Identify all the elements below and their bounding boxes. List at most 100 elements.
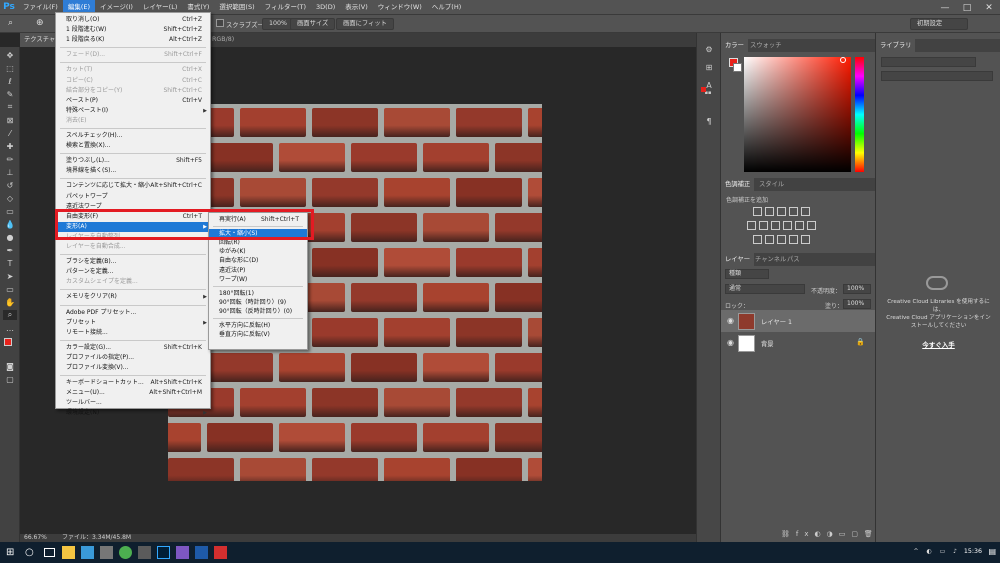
type-tool-icon[interactable]: T [3, 258, 17, 268]
foreground-color-swatch[interactable] [4, 338, 12, 346]
menu-item[interactable]: カラー設定(G)... Shift+Ctrl+K [56, 343, 210, 353]
fit-screen-button[interactable]: 画面サイズ [290, 18, 336, 30]
healing-brush-tool-icon[interactable]: ✚ [3, 141, 17, 151]
photoshop-taskbar-icon[interactable] [157, 546, 170, 559]
blend-mode-select[interactable]: 通常 [725, 284, 805, 294]
fill-value[interactable]: 100% [843, 299, 871, 309]
visual-studio-icon[interactable] [176, 546, 189, 559]
eyedropper-tool-icon[interactable]: ⁄ [3, 128, 17, 138]
menu-filter[interactable]: フィルター(T) [260, 0, 311, 15]
properties-icon[interactable]: ⊞ [703, 61, 715, 73]
menu-item[interactable]: Adobe PDF プリセット... [56, 308, 210, 318]
menu-item[interactable]: コンテンツに応じて拡大・縮小 Alt+Shift+Ctrl+C [56, 181, 210, 191]
layer-actions-bar[interactable]: ⛓fx◐◑▭▢🗑 [781, 530, 879, 538]
menu-item[interactable]: パペットワープ [56, 192, 210, 202]
menu-item[interactable]: 取り消し(O) Ctrl+Z [56, 15, 210, 25]
chrome-icon[interactable] [119, 546, 132, 559]
tab-swatches[interactable]: スウォッチ [746, 39, 785, 52]
adjust-icons-row-1[interactable] [753, 207, 810, 216]
windows-start-icon[interactable]: ⊞ [6, 546, 19, 559]
menu-item[interactable]: スペルチェック(H)... [56, 131, 210, 141]
library-search[interactable] [881, 71, 993, 81]
hue-slider[interactable] [855, 57, 864, 172]
history-brush-tool-icon[interactable]: ↺ [3, 180, 17, 190]
menu-item[interactable]: 垂直方向に反転(V) [209, 330, 307, 340]
menu-item[interactable]: キーボードショートカット... Alt+Shift+Ctrl+K [56, 378, 210, 388]
crop-tool-icon[interactable]: ⌗ [3, 102, 17, 112]
paragraph-icon[interactable]: ¶ [703, 115, 715, 127]
tab-libraries[interactable]: ライブラリ [876, 39, 916, 52]
clone-stamp-tool-icon[interactable]: ⊥ [3, 167, 17, 177]
visibility-eye-icon[interactable]: ◉ [727, 338, 736, 347]
menu-item[interactable]: カット(T) Ctrl+X [56, 65, 210, 75]
workspace-select[interactable]: 初期設定 [910, 18, 968, 30]
visibility-eye-icon[interactable]: ◉ [727, 316, 736, 325]
menu-item[interactable]: コピー(C) Ctrl+C [56, 76, 210, 86]
menu-item[interactable]: 特殊ペースト(I) ▶ [56, 106, 210, 116]
history-icon[interactable]: ⚙ [703, 43, 715, 55]
menu-item[interactable]: レイヤーを自動合成... [56, 242, 210, 252]
menu-item[interactable]: プリセット ▶ [56, 318, 210, 328]
frame-tool-icon[interactable]: ⊠ [3, 115, 17, 125]
menu-item[interactable]: メモリをクリア(R) ▶ [56, 292, 210, 302]
taskbar-clock[interactable]: 15:36 [964, 548, 982, 555]
tab-layers[interactable]: レイヤー [721, 253, 754, 266]
menu-item[interactable]: 1 段階進む(W) Shift+Ctrl+Z [56, 25, 210, 35]
color-field[interactable] [744, 57, 851, 172]
tab-styles[interactable]: スタイル [755, 178, 788, 191]
menu-item[interactable]: 消去(E) [56, 116, 210, 126]
hand-tool-icon[interactable]: ✋ [3, 297, 17, 307]
menu-item[interactable]: 検索と置換(X)... [56, 141, 210, 151]
menu-item[interactable]: 境界線を描く(S)... [56, 166, 210, 176]
menu-item[interactable]: プロファイルの指定(P)... [56, 353, 210, 363]
adjust-icons-row-2[interactable] [747, 221, 816, 230]
menu-item[interactable]: フェード(D)... Shift+Ctrl+F [56, 50, 210, 60]
color-bg-swatch[interactable] [733, 63, 742, 72]
layer-row-2[interactable]: ◉ 背景 🔒 [721, 332, 875, 354]
marquee-tool-icon[interactable]: ⬚ [3, 63, 17, 73]
notification-icon[interactable]: ▤ [988, 547, 996, 556]
more-tools-icon[interactable]: … [3, 323, 17, 333]
maximize-button[interactable]: □ [956, 0, 978, 15]
menu-item[interactable]: リモート接続... [56, 328, 210, 338]
quick-select-tool-icon[interactable]: ✎ [3, 89, 17, 99]
menu-view[interactable]: 表示(V) [340, 0, 373, 15]
zoom-tool-icon[interactable]: ⌕ [8, 18, 13, 28]
file-explorer-icon[interactable] [62, 546, 75, 559]
app-icon-4[interactable] [214, 546, 227, 559]
adjust-icons-row-3[interactable] [753, 235, 810, 244]
document-tab[interactable]: テクスチャー [20, 33, 56, 47]
menu-select[interactable]: 選択範囲(S) [214, 0, 259, 15]
task-view-icon[interactable] [44, 548, 55, 557]
menu-help[interactable]: ヘルプ(H) [427, 0, 466, 15]
menu-3d[interactable]: 3D(D) [311, 0, 340, 15]
menu-item[interactable]: 1 段階戻る(K) Alt+Ctrl+Z [56, 35, 210, 45]
app-icon-2[interactable] [100, 546, 113, 559]
menu-item[interactable]: 90°回転（反時計回り）(0) [209, 307, 307, 317]
menu-item[interactable]: プロファイル変換(V)... [56, 363, 210, 373]
menu-item[interactable]: ペースト(P) Ctrl+V [56, 96, 210, 106]
library-select[interactable] [881, 57, 976, 67]
app-icon-3[interactable] [138, 546, 151, 559]
scrubby-zoom-checkbox[interactable] [216, 19, 224, 27]
install-link[interactable]: 今すぐ入手 [876, 339, 1000, 349]
tab-color[interactable]: カラー [721, 39, 748, 52]
shape-tool-icon[interactable]: ▭ [3, 284, 17, 294]
pen-tool-icon[interactable]: ✒ [3, 245, 17, 255]
blur-tool-icon[interactable]: 💧 [3, 219, 17, 229]
fill-screen-button[interactable]: 画面にフィット [336, 18, 394, 30]
menu-item[interactable]: 結合部分をコピー(Y) Shift+Ctrl+C [56, 86, 210, 96]
layer-kind-filter[interactable]: 種類 [725, 269, 769, 279]
opacity-value[interactable]: 100% [843, 284, 871, 294]
brush-tool-icon[interactable]: ✏ [3, 154, 17, 164]
close-button[interactable]: ✕ [978, 0, 1000, 15]
menu-item[interactable]: ワープ(W) [209, 275, 307, 285]
menu-item[interactable]: ツールバー... [56, 398, 210, 408]
menu-item[interactable]: 塗りつぶし(L)... Shift+F5 [56, 156, 210, 166]
app-icon-1[interactable] [81, 546, 94, 559]
layer-row-1[interactable]: ◉ レイヤー 1 [721, 310, 875, 332]
dodge-tool-icon[interactable]: ● [3, 232, 17, 242]
tray-icons[interactable]: ^ ◐ ▭ ♪ [914, 548, 960, 555]
menu-item[interactable]: カスタムシェイプを定義... [56, 277, 210, 287]
quick-mask-icon[interactable]: ◙ [3, 361, 17, 371]
